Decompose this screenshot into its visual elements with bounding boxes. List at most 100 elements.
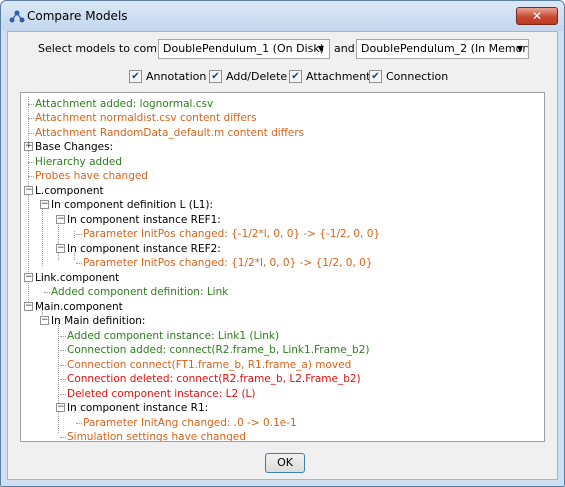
tree-connector (44, 292, 50, 293)
model-b-dropdown[interactable]: DoublePendulum_2 (In Memory) ▼ (356, 39, 529, 59)
tree-connector (60, 437, 66, 438)
tree-item[interactable]: − In component instance REF2: (56, 242, 221, 256)
expand-icon[interactable]: + (24, 142, 33, 151)
tree-item-label: Hierarchy added (35, 156, 122, 168)
tree-item[interactable]: Hierarchy added (28, 155, 122, 169)
collapse-icon[interactable]: − (56, 403, 65, 412)
compare-models-icon (9, 10, 25, 23)
tree-item[interactable]: Connection deleted: connect(R2.frame_b, … (60, 372, 361, 386)
collapse-icon[interactable]: − (24, 186, 33, 195)
tree-item[interactable]: Added component instance: Link1 (Link) (60, 329, 280, 343)
tree-item[interactable]: Parameter InitAng changed: .0 -> 0.1e-1 (76, 416, 297, 430)
tree-item-label: Parameter InitPos changed: {1/2*l, 0, 0}… (83, 257, 373, 269)
collapse-icon[interactable]: − (24, 273, 33, 282)
tree-connector (42, 200, 43, 266)
add-delete-checkbox[interactable]: ✔ Add/Delete (209, 70, 287, 83)
tree-connector (76, 234, 82, 235)
tree-item-label: Added component definition: Link (51, 286, 229, 298)
tree-item-label: Probes have changed (35, 170, 148, 182)
tree-item[interactable]: Attachment RandomData_default.m content … (28, 126, 305, 140)
tree-item[interactable]: − In component definition L (L1): (40, 198, 214, 212)
tree-item-label: Attachment normaldist.csv content differ… (35, 112, 257, 124)
tree-connector (28, 104, 34, 105)
tree-connector (74, 231, 75, 238)
tree-item[interactable]: Probes have changed (28, 169, 148, 183)
check-icon: ✔ (289, 70, 302, 83)
tree-item-label: Connection connect(FT1.frame_b, R1.frame… (67, 359, 352, 371)
collapse-icon[interactable]: − (56, 215, 65, 224)
tree-item[interactable]: Attachment normaldist.csv content differ… (28, 111, 257, 125)
tree-item-label: Parameter InitAng changed: .0 -> 0.1e-1 (83, 417, 297, 429)
model-b-value: DoublePendulum_2 (In Memory) (361, 42, 529, 55)
tree-item-label: Base Changes: (35, 141, 114, 153)
dialog-client-area: Select models to compare: DoublePendulum… (7, 31, 558, 480)
tree-connector (28, 118, 34, 119)
tree-item-label: L.component (35, 185, 104, 197)
ok-button[interactable]: OK (265, 453, 305, 473)
title-bar[interactable]: Compare Models ✕ (1, 1, 564, 31)
tree-item[interactable]: Deleted component instance: L2 (L) (60, 387, 256, 401)
tree-item-label: In component instance REF2: (67, 243, 221, 255)
tree-item[interactable]: Parameter InitPos changed: {-1/2*l, 0, 0… (76, 227, 380, 241)
close-icon: ✕ (531, 9, 543, 23)
tree-connector (28, 176, 34, 177)
ok-button-label: OK (277, 456, 293, 469)
tree-item[interactable]: − In component instance R1: (56, 401, 209, 415)
check-icon: ✔ (129, 70, 142, 83)
tree-item[interactable]: Connection connect(FT1.frame_b, R1.frame… (60, 358, 352, 372)
and-label: and (334, 42, 355, 55)
model-a-dropdown[interactable]: DoublePendulum_1 (On Disk) ▼ (158, 39, 330, 59)
tree-connector (28, 133, 34, 134)
annotation-checkbox[interactable]: ✔ Annotation (129, 70, 206, 83)
tree-item[interactable]: + Base Changes: (24, 140, 114, 154)
connection-label: Connection (386, 70, 449, 83)
tree-item-label: Attachment RandomData_default.m content … (35, 127, 305, 139)
tree-item[interactable]: Parameter InitPos changed: {1/2*l, 0, 0}… (76, 256, 373, 270)
tree-item-label: Added component instance: Link1 (Link) (67, 330, 280, 342)
tree-item[interactable]: Connection added: connect(R2.frame_b, Li… (60, 343, 369, 357)
tree-item[interactable]: Added component definition: Link (44, 285, 229, 299)
tree-item-label: In component instance R1: (67, 402, 209, 414)
close-button[interactable]: ✕ (516, 7, 558, 25)
tree-item[interactable]: − L.component (24, 184, 104, 198)
tree-item[interactable]: − Link.component (24, 271, 120, 285)
tree-item-label: Connection deleted: connect(R2.frame_b, … (67, 373, 361, 385)
tree-item-label: Simulation settings have changed (67, 431, 246, 442)
tree-item[interactable]: − Main.component (24, 300, 123, 314)
compare-models-window: Compare Models ✕ Select models to compar… (0, 0, 565, 487)
tree-connector (76, 423, 82, 424)
chevron-down-icon: ▼ (516, 44, 524, 53)
tree-item-label: In component definition L (L1): (51, 199, 214, 211)
tree-connector (60, 350, 66, 351)
tree-connector (60, 365, 66, 366)
collapse-icon[interactable]: − (56, 244, 65, 253)
annotation-label: Annotation (146, 70, 207, 83)
tree-connector (60, 394, 66, 395)
chevron-down-icon: ▼ (317, 44, 325, 53)
tree-item[interactable]: Simulation settings have changed (60, 430, 246, 442)
differences-tree[interactable]: Attachment added: lognormal.csv Attachmen… (20, 92, 545, 442)
tree-item[interactable]: − In component instance REF1: (56, 213, 221, 227)
filter-checkbox-row: ✔ Annotation ✔ Add/Delete ✔ Attachment ✔… (8, 70, 557, 86)
model-a-value: DoublePendulum_1 (On Disk) (163, 42, 324, 55)
tree-item-label: In Main definition: (51, 315, 146, 327)
tree-connector (58, 318, 59, 433)
connection-checkbox[interactable]: ✔ Connection (369, 70, 448, 83)
attachment-label: Attachment (306, 70, 371, 83)
tree-connector (60, 336, 66, 337)
collapse-icon[interactable]: − (40, 200, 49, 209)
tree-item-label: In component instance REF1: (67, 214, 221, 226)
tree-item[interactable]: Attachment added: lognormal.csv (28, 97, 213, 111)
tree-item-label: Main.component (35, 301, 123, 313)
tree-item[interactable]: − In Main definition: (40, 314, 146, 328)
tree-connector (60, 379, 66, 380)
collapse-icon[interactable]: − (40, 316, 49, 325)
window-title: Compare Models (27, 9, 128, 23)
check-icon: ✔ (369, 70, 382, 83)
model-select-row: Select models to compare: DoublePendulum… (8, 39, 557, 59)
tree-connector (28, 162, 34, 163)
attachment-checkbox[interactable]: ✔ Attachment (289, 70, 371, 83)
tree-item-label: Link.component (35, 272, 120, 284)
check-icon: ✔ (209, 70, 222, 83)
collapse-icon[interactable]: − (24, 302, 33, 311)
